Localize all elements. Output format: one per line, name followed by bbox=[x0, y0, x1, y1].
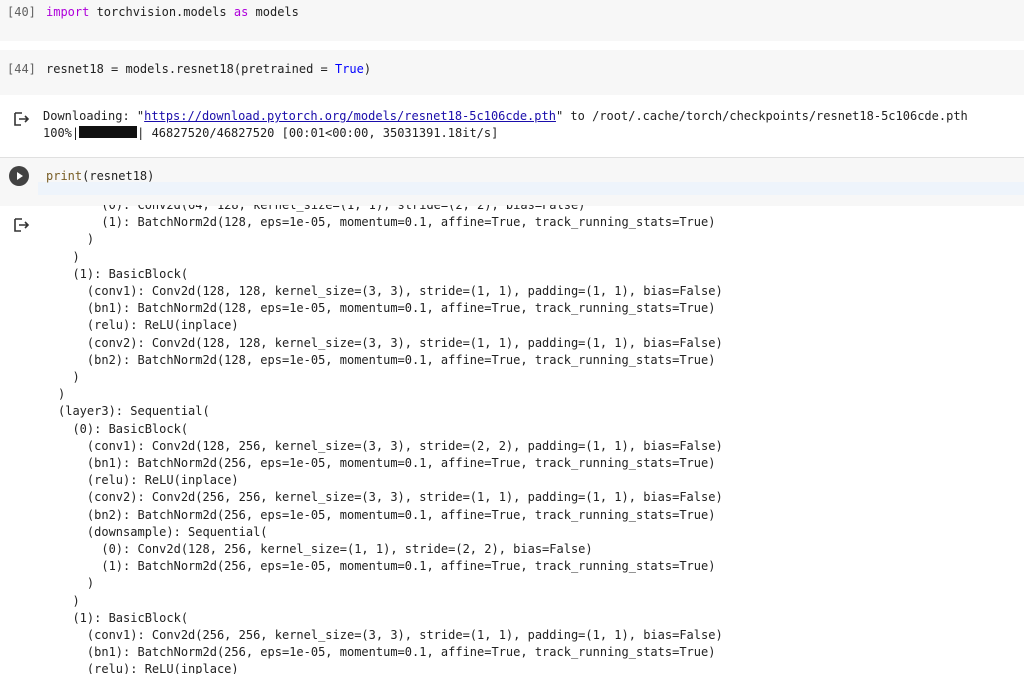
output-line: (conv2): Conv2d(128, 128, kernel_size=(3… bbox=[58, 335, 723, 350]
output-line: (1): BatchNorm2d(128, eps=1e-05, momentu… bbox=[58, 215, 716, 230]
output-arrow-icon[interactable] bbox=[13, 111, 31, 127]
output-line: (0): BasicBlock( bbox=[58, 421, 189, 436]
code-cell-2[interactable]: [44] resnet18 = models.resnet18(pretrain… bbox=[0, 50, 1024, 95]
output-line: ) bbox=[58, 249, 80, 264]
model-print-output: (0): Conv2d(64, 128, kernel_size=(1, 1),… bbox=[58, 205, 723, 674]
code-line[interactable]: resnet18 = models.resnet18(pretrained = … bbox=[46, 62, 371, 76]
code-line[interactable]: print(resnet18) bbox=[46, 169, 154, 183]
code-token: torchvision.models bbox=[89, 5, 234, 19]
output-line: (1): BasicBlock( bbox=[58, 266, 189, 281]
download-suffix: " to /root/.cache/torch/checkpoints/resn… bbox=[555, 109, 968, 123]
output-line: (conv1): Conv2d(256, 256, kernel_size=(3… bbox=[58, 628, 723, 643]
code-token: models bbox=[248, 5, 299, 19]
output-line: (conv2): Conv2d(256, 256, kernel_size=(3… bbox=[58, 490, 723, 505]
run-cell-button[interactable] bbox=[9, 166, 29, 186]
code-line[interactable]: import torchvision.models as models bbox=[46, 5, 299, 19]
progress-bar bbox=[79, 126, 138, 138]
download-link[interactable]: https://download.pytorch.org/models/resn… bbox=[144, 109, 556, 123]
current-line-highlight bbox=[38, 182, 1024, 195]
play-icon bbox=[17, 172, 23, 180]
output-line: (conv1): Conv2d(128, 256, kernel_size=(3… bbox=[58, 438, 723, 453]
output-line: (1): BasicBlock( bbox=[58, 610, 189, 625]
output-line: (bn2): BatchNorm2d(128, eps=1e-05, momen… bbox=[58, 352, 716, 367]
output-line: (bn1): BatchNorm2d(128, eps=1e-05, momen… bbox=[58, 301, 716, 316]
code-token: True bbox=[334, 62, 364, 76]
progress-percent: 100%| bbox=[43, 126, 80, 140]
output-line: ) bbox=[58, 576, 95, 591]
download-line: Downloading: "https://download.pytorch.o… bbox=[43, 108, 968, 125]
code-token: print bbox=[46, 169, 83, 183]
output-line: (relu): ReLU(inplace) bbox=[58, 662, 239, 674]
progress-status: | 46827520/46827520 [00:01<00:00, 350313… bbox=[137, 126, 499, 140]
output-line: (downsample): Sequential( bbox=[58, 524, 268, 539]
output-line: (0): Conv2d(64, 128, kernel_size=(1, 1),… bbox=[58, 205, 586, 212]
output-line: ) bbox=[58, 387, 66, 402]
output-line: (1): BatchNorm2d(256, eps=1e-05, momentu… bbox=[58, 559, 716, 574]
code-token: ) bbox=[363, 62, 372, 76]
code-token: resnet18 = models.resnet18(pretrained = bbox=[46, 62, 335, 76]
code-token: (resnet18) bbox=[82, 169, 155, 183]
output-line: ) bbox=[58, 370, 80, 385]
code-token: as bbox=[233, 5, 249, 19]
download-prefix: Downloading: " bbox=[43, 109, 145, 123]
output-line: ) bbox=[58, 593, 80, 608]
output-line: (bn1): BatchNorm2d(256, eps=1e-05, momen… bbox=[58, 645, 716, 660]
output-line: ) bbox=[58, 232, 95, 247]
cell-output-3[interactable]: (0): Conv2d(64, 128, kernel_size=(1, 1),… bbox=[0, 205, 1024, 674]
code-cell-1[interactable]: [40] import torchvision.models as models bbox=[0, 0, 1024, 41]
output-line: (layer3): Sequential( bbox=[58, 404, 210, 419]
execution-count: [40] bbox=[7, 5, 36, 19]
output-line: (relu): ReLU(inplace) bbox=[58, 473, 239, 488]
code-token: import bbox=[46, 5, 90, 19]
output-line: (0): Conv2d(128, 256, kernel_size=(1, 1)… bbox=[58, 542, 593, 557]
progress-line: 100%| | 46827520/46827520 [00:01<00:00, 3… bbox=[43, 125, 498, 142]
output-line: (relu): ReLU(inplace) bbox=[58, 318, 239, 333]
execution-count: [44] bbox=[7, 62, 36, 76]
code-cell-3[interactable]: print(resnet18) bbox=[0, 157, 1024, 206]
output-line: (bn1): BatchNorm2d(256, eps=1e-05, momen… bbox=[58, 456, 716, 471]
output-line: (bn2): BatchNorm2d(256, eps=1e-05, momen… bbox=[58, 507, 716, 522]
output-line: (conv1): Conv2d(128, 128, kernel_size=(3… bbox=[58, 284, 723, 299]
